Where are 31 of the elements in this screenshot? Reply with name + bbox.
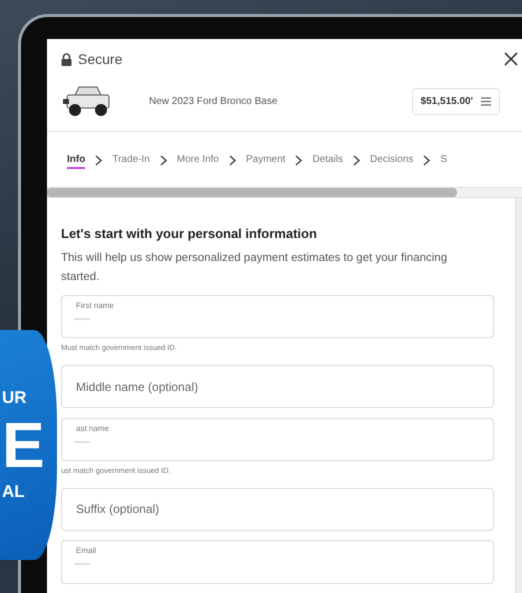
input-field[interactable]: First name (61, 295, 494, 338)
chevron-icon (229, 155, 236, 166)
scrollbar-thumb[interactable] (47, 188, 457, 197)
input-field[interactable]: Suffix (optional) (61, 488, 494, 531)
vehicle-name: New 2023 Ford Bronco Base (149, 96, 278, 106)
secure-label: Secure (78, 51, 122, 67)
input-field[interactable]: Middle name (optional) (61, 365, 494, 408)
input-field[interactable]: Email (61, 540, 494, 584)
vertical-scrollbar[interactable] (515, 198, 522, 593)
step-tab[interactable]: Decisions (370, 152, 414, 169)
badge-text: AL (2, 481, 25, 503)
step-tab[interactable]: More Info (176, 152, 219, 169)
step-tab[interactable]: Details (312, 152, 344, 169)
form-title: Let's start with your personal information (61, 226, 318, 241)
chevron-icon (160, 155, 167, 166)
step-tab[interactable]: Trade-In (112, 152, 150, 169)
price-button[interactable]: $51,515.00' (412, 88, 500, 114)
badge-text: UR (2, 387, 27, 409)
step-tab[interactable]: Payment (246, 152, 286, 169)
close-icon[interactable] (504, 52, 518, 66)
step-tab[interactable]: Info (67, 152, 86, 169)
badge-text: E (2, 410, 45, 480)
step-tab[interactable]: S (440, 152, 448, 169)
lock-icon (61, 52, 72, 66)
input-field[interactable]: ast name (61, 418, 494, 461)
chevron-icon (95, 155, 102, 166)
menu-icon (481, 96, 491, 106)
chevron-icon (295, 155, 302, 166)
form-intro: This will help us show personalized payment estimates to get your financing started. (61, 251, 448, 285)
chevron-icon (353, 155, 360, 166)
chevron-icon (423, 155, 430, 166)
